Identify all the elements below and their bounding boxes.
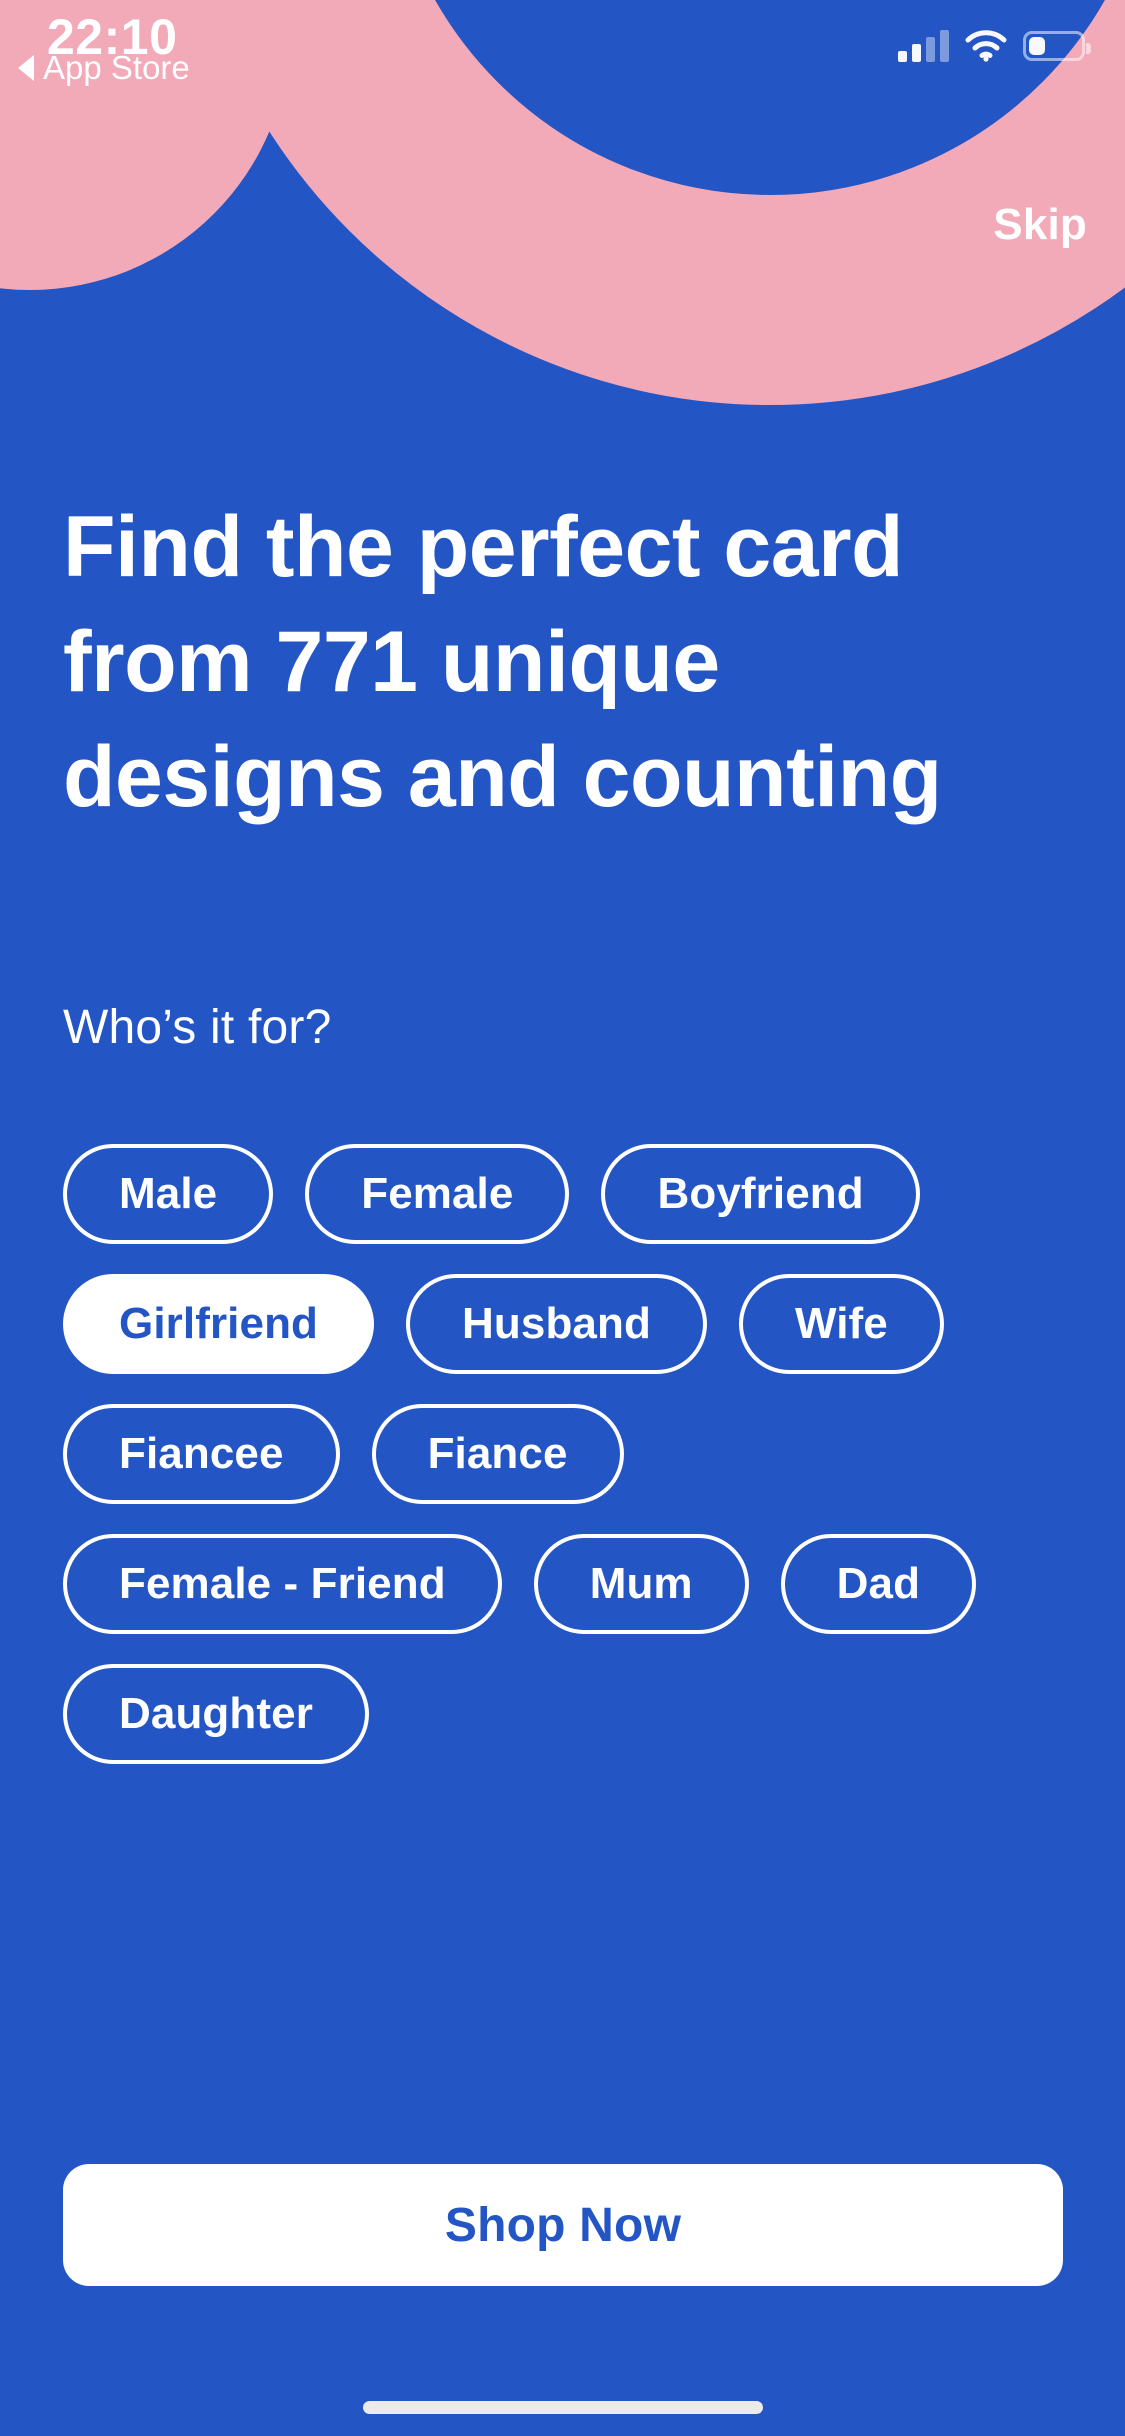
- onboarding-screen: Find the perfect card from 771 unique de…: [0, 0, 1125, 2436]
- back-to-app-store-button[interactable]: App Store: [18, 48, 190, 88]
- shop-now-button[interactable]: Shop Now: [63, 2164, 1063, 2286]
- chip-fiancee[interactable]: Fiancee: [63, 1404, 340, 1504]
- battery-level-fill: [1029, 37, 1045, 55]
- status-bar-indicators: [898, 30, 1091, 62]
- chip-girlfriend[interactable]: Girlfriend: [63, 1274, 375, 1374]
- chip-male[interactable]: Male: [63, 1144, 274, 1244]
- battery-icon: [1023, 31, 1091, 61]
- back-to-app-store-label: App Store: [43, 49, 190, 86]
- chip-dad[interactable]: Dad: [780, 1534, 977, 1634]
- audience-question-label: Who’s it for?: [63, 1001, 332, 1054]
- chip-wife[interactable]: Wife: [738, 1274, 944, 1374]
- chip-boyfriend[interactable]: Boyfriend: [601, 1144, 920, 1244]
- cellular-signal-icon: [898, 30, 949, 62]
- chip-female-friend[interactable]: Female - Friend: [63, 1534, 502, 1634]
- status-bar: 22:10 App Store: [0, 0, 1125, 132]
- chip-daughter[interactable]: Daughter: [63, 1664, 369, 1764]
- audience-chip-group: Male Female Boyfriend Girlfriend Husband Wife…: [63, 1144, 1063, 1764]
- back-triangle-icon: [18, 55, 34, 81]
- home-indicator[interactable]: [362, 2401, 763, 2414]
- chip-mum[interactable]: Mum: [533, 1534, 749, 1634]
- chip-fiance[interactable]: Fiance: [371, 1404, 624, 1504]
- chip-female[interactable]: Female: [305, 1144, 570, 1244]
- chip-husband[interactable]: Husband: [406, 1274, 707, 1374]
- page-title: Find the perfect card from 771 unique de…: [63, 499, 942, 825]
- skip-button[interactable]: Skip: [993, 200, 1087, 250]
- wifi-icon: [965, 30, 1007, 62]
